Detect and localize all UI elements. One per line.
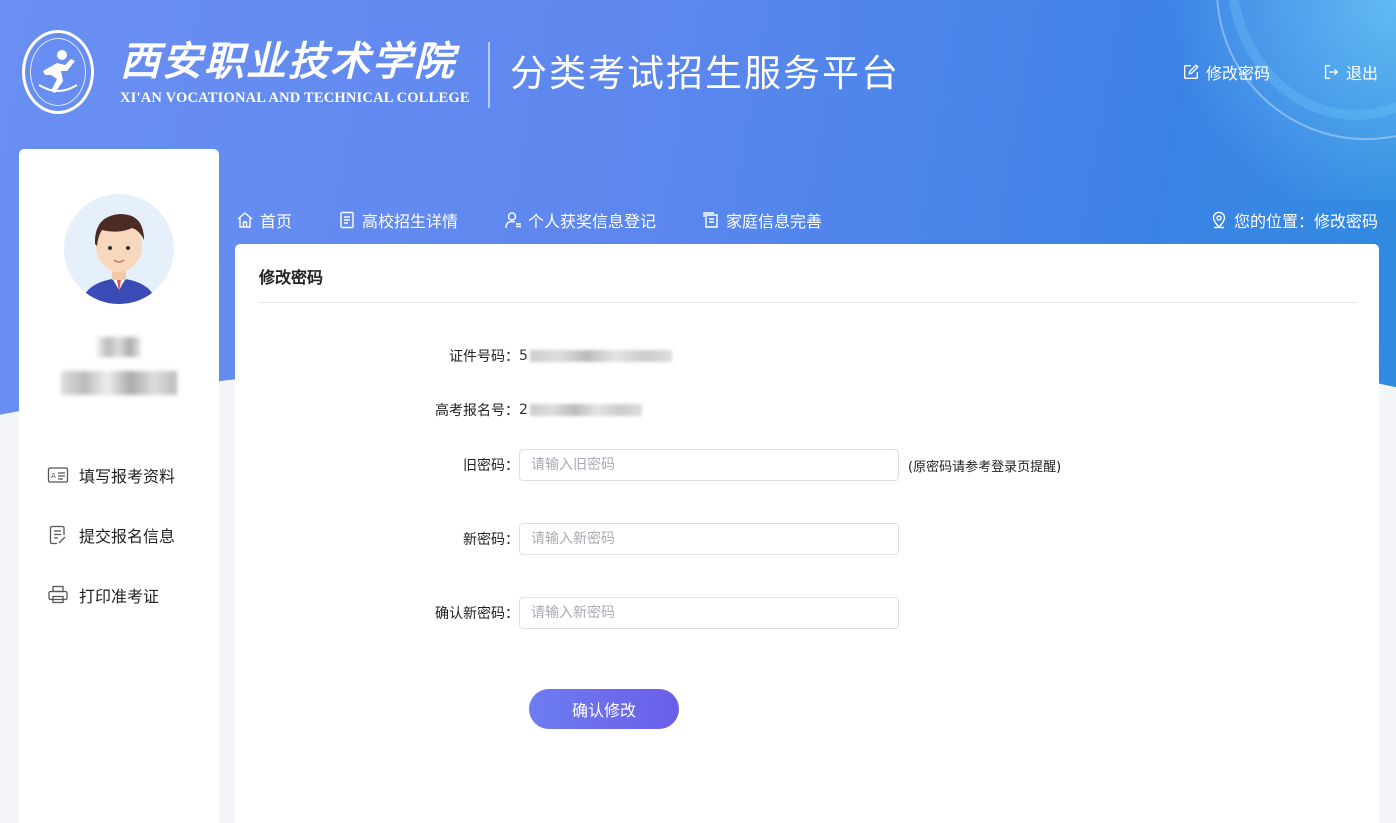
change-password-link[interactable]: 修改密码 xyxy=(1182,60,1270,84)
confirm-password-label: 确认新密码： xyxy=(435,606,519,622)
location-pin-icon xyxy=(1212,211,1226,229)
nav-item-award-registration[interactable]: 个人获奖信息登记 xyxy=(504,208,656,232)
confirm-change-button[interactable]: 确认修改 xyxy=(529,689,679,729)
confirm-password-input[interactable] xyxy=(519,597,899,629)
college-name: 西安职业技术学院 XI'AN VOCATIONAL AND TECHNICAL … xyxy=(120,38,470,107)
new-password-label: 新密码： xyxy=(463,532,519,548)
logout-icon xyxy=(1324,65,1339,79)
id-number-value: 5 xyxy=(519,348,672,364)
student-name-redacted xyxy=(97,337,141,357)
exam-number-prefix: 2 xyxy=(519,402,528,418)
change-password-label: 修改密码 xyxy=(1205,64,1270,83)
header-divider xyxy=(488,42,490,108)
nav-item-label: 家庭信息完善 xyxy=(726,212,823,231)
sidebar-item-label: 提交报名信息 xyxy=(79,527,176,546)
old-password-hint: (原密码请参考登录页提醒) xyxy=(908,459,1062,475)
document-edit-icon xyxy=(49,525,66,545)
nav-item-home[interactable]: 首页 xyxy=(236,208,292,232)
id-number-label: 证件号码： xyxy=(449,349,519,365)
breadcrumb-text: 您的位置：修改密码 xyxy=(1233,212,1378,231)
logout-link[interactable]: 退出 xyxy=(1322,60,1378,84)
svg-text:A: A xyxy=(51,472,56,480)
sidebar-item-print-admission[interactable]: 打印准考证 xyxy=(47,565,175,625)
sidebar-item-fill-application[interactable]: A 填写报考资料 xyxy=(47,445,175,505)
document-icon xyxy=(340,211,354,229)
id-card-icon: A xyxy=(47,467,69,483)
main-nav: 首页 高校招生详情 个人获奖信息登记 家庭信息完善 xyxy=(236,208,868,232)
user-award-icon xyxy=(505,212,522,229)
old-password-row: 旧密码： (原密码请参考登录页提醒) xyxy=(235,449,1061,481)
edit-icon xyxy=(1183,64,1199,79)
nav-item-label: 高校招生详情 xyxy=(362,212,459,231)
sidebar-menu: A 填写报考资料 提交报名信息 打印准考证 xyxy=(47,445,175,625)
sidebar-item-label: 填写报考资料 xyxy=(79,467,176,486)
college-logo[interactable]: 西安职业技术学院 XI'AN VOCATIONAL AND TECHNICAL … xyxy=(22,30,470,114)
platform-title: 分类考试招生服务平台 xyxy=(510,52,900,95)
nav-item-label: 个人获奖信息登记 xyxy=(528,212,657,231)
exam-number-label: 高考报名号： xyxy=(435,403,519,419)
new-password-input[interactable] xyxy=(519,523,899,555)
sidebar-item-label: 打印准考证 xyxy=(79,587,160,606)
breadcrumb: 您的位置：修改密码 xyxy=(1210,208,1378,232)
old-password-label: 旧密码： xyxy=(463,458,519,474)
avatar xyxy=(64,194,174,304)
id-number-redacted xyxy=(529,350,672,362)
nav-item-family-info[interactable]: 家庭信息完善 xyxy=(702,208,822,232)
title-divider xyxy=(258,302,1358,303)
college-name-en: XI'AN VOCATIONAL AND TECHNICAL COLLEGE xyxy=(120,89,470,106)
home-icon xyxy=(237,212,253,228)
nav-item-admission-details[interactable]: 高校招生详情 xyxy=(338,208,458,232)
main-panel: 修改密码 证件号码： 5 高考报名号： 2 旧密码： (原密码请参考登录页提醒)… xyxy=(235,244,1379,823)
family-info-icon xyxy=(703,212,718,228)
sidebar: A 填写报考资料 提交报名信息 打印准考证 xyxy=(19,149,219,823)
new-password-row: 新密码： xyxy=(235,523,899,555)
college-seal-icon xyxy=(22,30,94,114)
printer-icon xyxy=(48,585,68,604)
id-number-prefix: 5 xyxy=(519,348,528,364)
confirm-password-row: 确认新密码： xyxy=(235,597,899,629)
old-password-input[interactable] xyxy=(519,449,899,481)
student-info-redacted xyxy=(61,371,177,395)
nav-item-label: 首页 xyxy=(260,212,293,231)
page-title: 修改密码 xyxy=(259,268,324,287)
header-actions: 修改密码 退出 xyxy=(1182,60,1378,84)
exam-number-redacted xyxy=(529,404,642,416)
exam-number-row: 高考报名号： 2 xyxy=(235,400,642,420)
logout-label: 退出 xyxy=(1345,64,1378,83)
id-number-row: 证件号码： 5 xyxy=(235,346,672,366)
exam-number-value: 2 xyxy=(519,402,642,418)
sidebar-item-submit-registration[interactable]: 提交报名信息 xyxy=(47,505,175,565)
college-name-cn: 西安职业技术学院 xyxy=(120,37,456,85)
